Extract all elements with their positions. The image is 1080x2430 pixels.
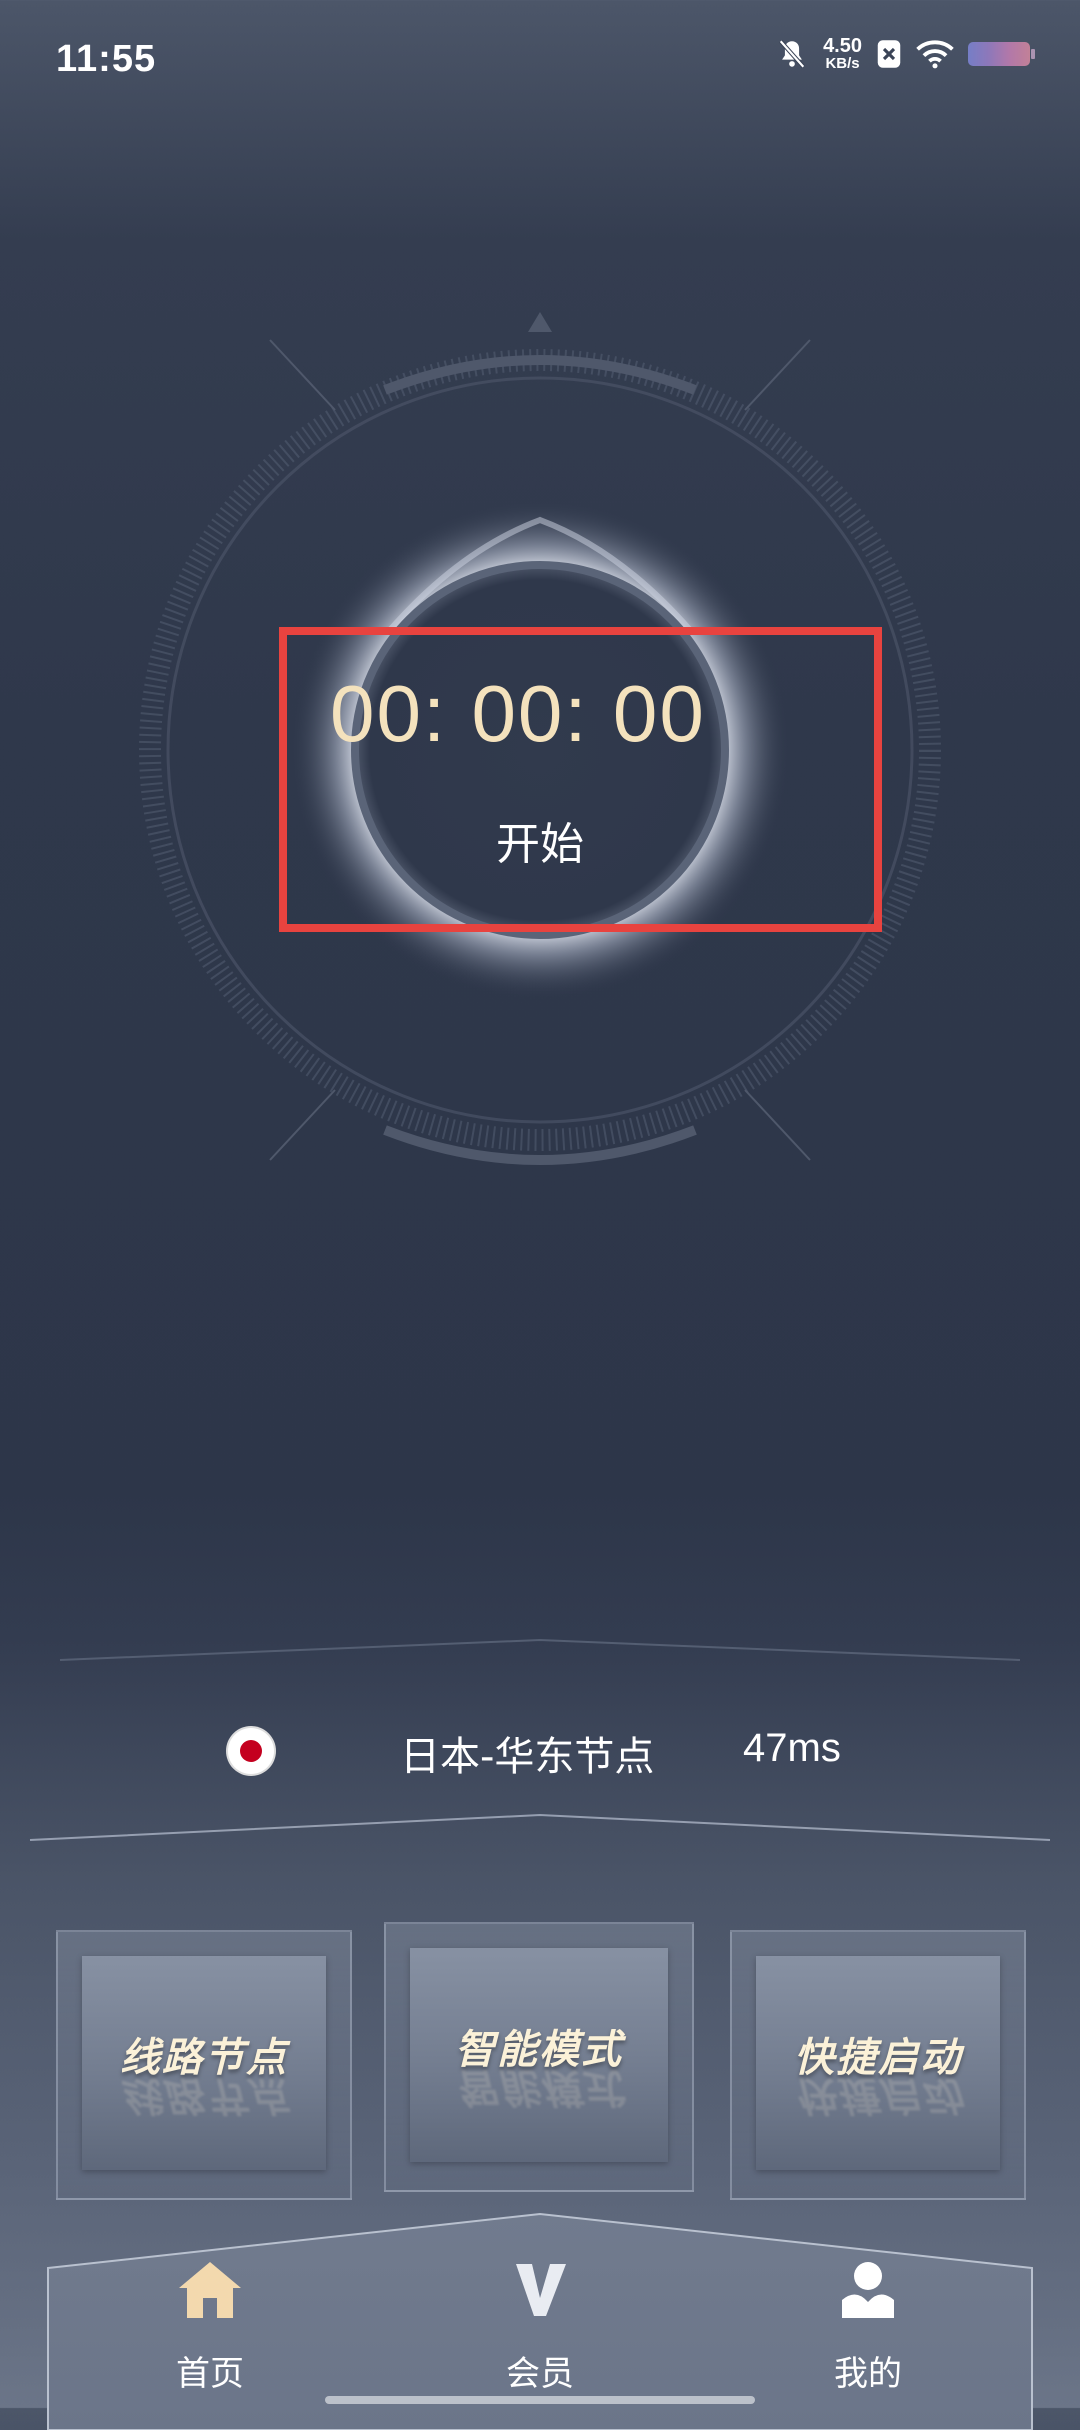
close-box-icon: [876, 39, 902, 69]
vip-v-icon: [516, 2264, 566, 2316]
wifi-icon: [916, 39, 954, 69]
nav-label-mine: 我的: [834, 2354, 902, 2394]
card-smart-mode[interactable]: 智能模式 智能模式: [384, 1922, 694, 2192]
status-icons: 4.50 KB/s: [775, 35, 1035, 72]
card-label-reflection: 智能模式: [455, 2064, 623, 2110]
gesture-home-indicator[interactable]: [325, 2396, 755, 2404]
nav-item-mine[interactable]: 我的: [768, 2258, 968, 2394]
net-speed: 4.50 KB/s: [823, 35, 862, 72]
nav-label-member: 会员: [506, 2354, 574, 2394]
bell-muted-icon: [775, 37, 809, 71]
card-route-nodes[interactable]: 线路节点 线路节点: [56, 1930, 352, 2200]
card-quick-start[interactable]: 快捷启动 快捷启动: [730, 1930, 1026, 2200]
nav-item-home[interactable]: 首页: [110, 2258, 310, 2394]
nav-item-member[interactable]: 会员: [440, 2258, 640, 2394]
nav-label-home: 首页: [176, 2354, 244, 2394]
card-label-reflection: 快捷启动: [794, 2072, 962, 2118]
status-time: 11:55: [56, 38, 157, 80]
home-icon: [179, 2262, 241, 2318]
node-latency: 47ms: [743, 1726, 841, 1770]
japan-flag-icon: [228, 1728, 274, 1774]
battery-icon: [968, 41, 1035, 66]
start-button[interactable]: 开始: [0, 808, 1080, 872]
user-icon: [842, 2262, 894, 2318]
timer-display: 00: 00: 00: [330, 669, 706, 758]
card-label-reflection: 线路节点: [120, 2072, 288, 2118]
status-bar: 11:55 4.50 KB/s: [0, 0, 1080, 110]
node-name: 日本-华东节点: [400, 1734, 655, 1780]
